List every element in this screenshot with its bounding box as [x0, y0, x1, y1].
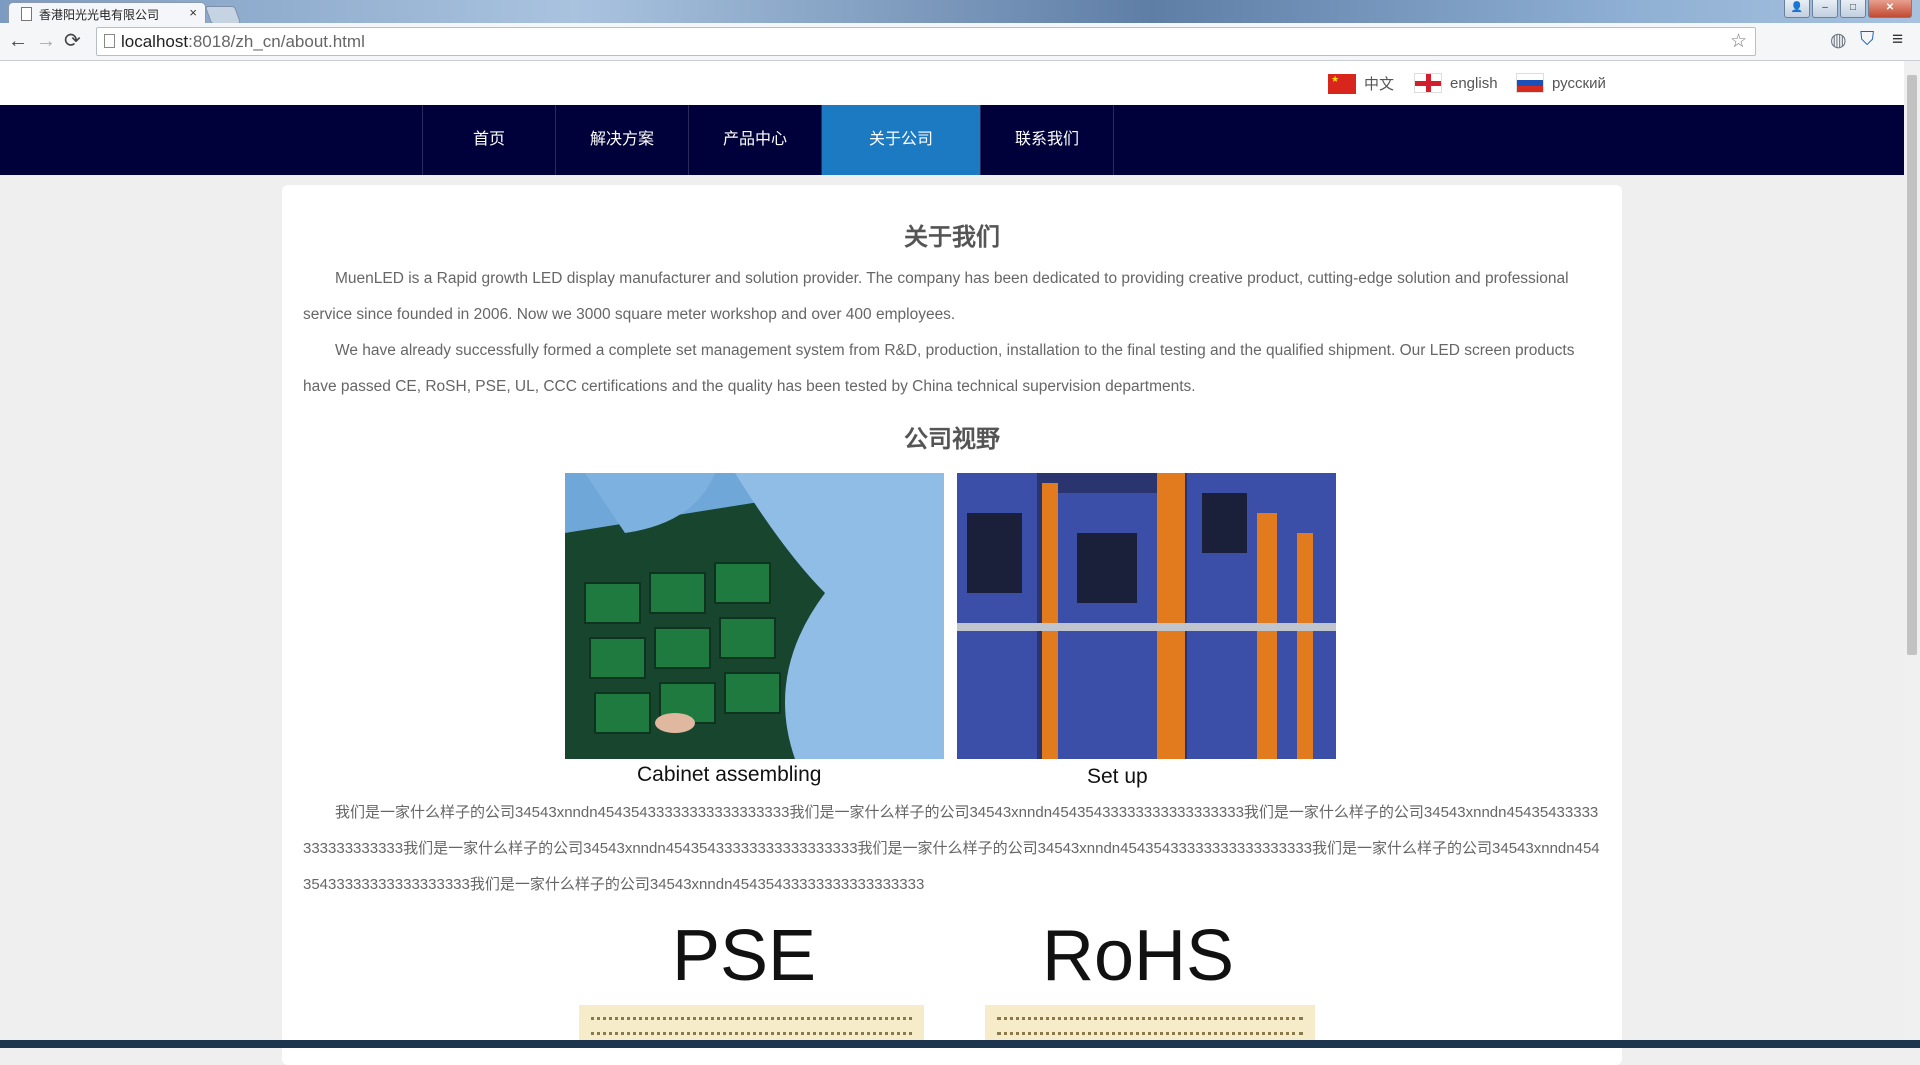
lang-zh[interactable]: 中文	[1328, 73, 1394, 94]
lang-ru[interactable]: русский	[1516, 73, 1606, 93]
scrollbar-thumb[interactable]	[1907, 75, 1917, 655]
back-arrow-icon[interactable]: ←	[8, 30, 28, 52]
close-tab-icon[interactable]: ×	[189, 5, 197, 20]
nav-home[interactable]: 首页	[423, 105, 556, 175]
nav-solutions[interactable]: 解决方案	[556, 105, 689, 175]
main-nav: 首页 解决方案 产品中心 关于公司 联系我们	[0, 105, 1904, 175]
extension-globe-icon[interactable]: ◍	[1830, 29, 1847, 52]
url-text[interactable]: localhost:8018/zh_cn/about.html	[121, 32, 365, 52]
forward-arrow-icon[interactable]: →	[36, 30, 56, 52]
language-bar: 中文 english русский	[0, 61, 1904, 105]
window-controls: 👤 ‒ □ ✕	[1784, 0, 1912, 18]
nav-about[interactable]: 关于公司	[822, 105, 981, 175]
pse-cert-label: PSE	[672, 916, 817, 996]
en-flag-icon	[1414, 73, 1442, 93]
reload-icon[interactable]: ⟳	[64, 30, 81, 52]
caption-cabinet-assembling: Cabinet assembling	[637, 763, 822, 786]
vision-title: 公司视野	[904, 425, 1000, 453]
caption-set-up: Set up	[1087, 765, 1148, 788]
rohs-certificate-image	[985, 1005, 1315, 1045]
os-taskbar	[0, 1040, 1920, 1048]
close-window-button[interactable]: ✕	[1868, 0, 1912, 18]
user-icon[interactable]: 👤	[1784, 0, 1810, 18]
set-up-photo	[957, 473, 1336, 759]
rohs-cert-label: RoHS	[1042, 916, 1235, 996]
about-paragraph-1: MuenLED is a Rapid growth LED display ma…	[303, 270, 1569, 323]
vision-paragraph: 我们是一家什么样子的公司34543xnndn454354333333333333…	[303, 804, 1600, 893]
nav-products[interactable]: 产品中心	[689, 105, 822, 175]
browser-toolbar: ← → ⟳ localhost:8018/zh_cn/about.html ☆ …	[0, 23, 1920, 61]
browser-tab[interactable]: 香港阳光光电有限公司 ×	[8, 2, 206, 24]
cabinet-assembling-photo	[565, 473, 944, 759]
new-tab-button[interactable]	[204, 6, 242, 24]
about-title: 关于我们	[904, 223, 1000, 251]
about-paragraph-2: We have already successfully formed a co…	[303, 342, 1575, 395]
tab-title: 香港阳光光电有限公司	[39, 8, 160, 22]
extension-shield-icon[interactable]: ⛉	[1860, 29, 1874, 51]
maximize-button[interactable]: □	[1840, 0, 1866, 18]
page-icon	[104, 34, 115, 48]
menu-icon[interactable]: ≡	[1892, 29, 1903, 51]
minimize-button[interactable]: ‒	[1812, 0, 1838, 18]
cn-flag-icon	[1328, 73, 1356, 94]
address-bar[interactable]: localhost:8018/zh_cn/about.html ☆	[96, 27, 1756, 56]
page-icon	[21, 7, 32, 21]
content-card: 关于我们 MuenLED is a Rapid growth LED displ…	[282, 185, 1622, 1065]
pse-certificate-image	[579, 1005, 924, 1045]
bookmark-star-icon[interactable]: ☆	[1730, 30, 1747, 53]
lang-en[interactable]: english	[1414, 73, 1498, 93]
nav-contact[interactable]: 联系我们	[981, 105, 1114, 175]
ru-flag-icon	[1516, 73, 1544, 93]
page-scrollbar[interactable]	[1904, 61, 1920, 1048]
browser-tab-strip: 香港阳光光电有限公司 × 👤 ‒ □ ✕	[0, 0, 1920, 24]
